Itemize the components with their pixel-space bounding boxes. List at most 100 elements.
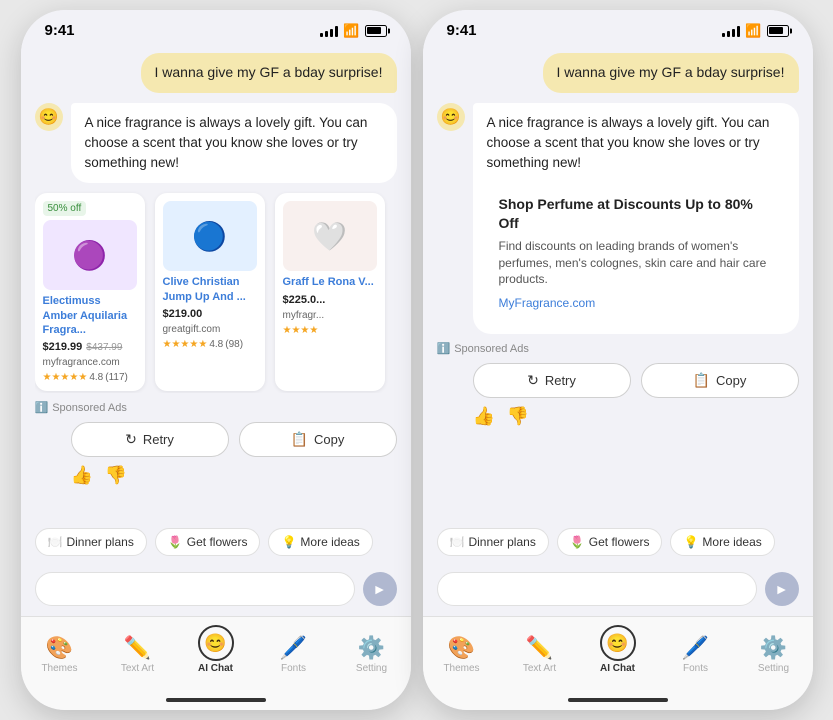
ai-avatar-left: 😊: [35, 103, 63, 131]
product-image-1: 🟣: [43, 220, 137, 290]
product-card-3[interactable]: 🤍 Graff Le Rona V... $225.0... myfragr..…: [275, 193, 385, 391]
fonts-icon-left: 🖊️: [280, 635, 307, 661]
nav-aichat-right[interactable]: 😊 AI Chat: [590, 625, 646, 674]
product-card-2[interactable]: 🔵 Clive Christian Jump Up And ... $219.0…: [155, 193, 265, 391]
product-store-1: myfragrance.com: [43, 357, 137, 368]
ai-bubble-right: A nice fragrance is always a lovely gift…: [473, 103, 799, 335]
retry-button-right[interactable]: ↻ Retry: [473, 363, 631, 398]
home-bar-left: [166, 698, 266, 702]
product-stars-3: ★★★★: [283, 325, 377, 336]
input-bar-right: ►: [423, 564, 813, 616]
product-image-2: 🔵: [163, 201, 257, 271]
dinner-emoji-right: 🍽️: [450, 535, 465, 549]
status-icons-left: 📶: [320, 23, 386, 39]
thumbs-up-right[interactable]: 👍: [473, 406, 495, 427]
wifi-icon: 📶: [343, 23, 359, 39]
battery-icon-right: [767, 25, 789, 37]
ad-link-right[interactable]: MyFragrance.com: [499, 294, 773, 312]
suggestion-dinner-right[interactable]: 🍽️ Dinner plans: [437, 528, 549, 556]
home-bar-right: [568, 698, 668, 702]
action-buttons-left: ↻ Retry 📋 Copy: [35, 422, 397, 457]
right-phone: 9:41 📶 I wanna give my GF a bday surpris…: [423, 10, 813, 710]
ai-message-row-right: 😊 A nice fragrance is always a lovely gi…: [437, 103, 799, 335]
user-message-right: I wanna give my GF a bday surprise!: [543, 53, 799, 93]
stars-2: ★★★★★: [163, 339, 208, 350]
suggestions-bar-right: 🍽️ Dinner plans 🌷 Get flowers 💡 More ide…: [423, 520, 813, 564]
ad-title-right: Shop Perfume at Discounts Up to 80% Off: [499, 195, 773, 231]
sponsored-text-left: ℹ️ Sponsored Ads: [35, 401, 397, 414]
left-phone: 9:41 📶 I wanna give my GF a bday surpris…: [21, 10, 411, 710]
products-scroll-left[interactable]: 50% off 🟣 Electimuss Amber Aquilaria Fra…: [35, 191, 397, 393]
flowers-emoji-left: 🌷: [168, 535, 183, 549]
thumbs-down-left[interactable]: 👎: [105, 465, 127, 486]
bottom-nav-right: 🎨 Themes ✏️ Text Art 😊 AI Chat 🖊️ Fonts …: [423, 616, 813, 690]
nav-label-textart-right: Text Art: [523, 663, 556, 674]
product-price-row-2: $219.00: [163, 308, 257, 320]
ai-avatar-right: 😊: [437, 103, 465, 131]
retry-icon-right: ↻: [527, 372, 539, 389]
product-badge-1: 50% off: [43, 201, 87, 216]
product-name-2: Clive Christian Jump Up And ...: [163, 275, 257, 304]
signal-icon-right: [722, 25, 740, 37]
send-button-left[interactable]: ►: [363, 572, 397, 606]
suggestion-ideas-left[interactable]: 💡 More ideas: [268, 528, 372, 556]
product-stars-2: ★★★★★ 4.8 (98): [163, 339, 257, 350]
nav-label-aichat-left: AI Chat: [198, 663, 233, 674]
send-button-right[interactable]: ►: [765, 572, 799, 606]
status-bar-right: 9:41 📶: [423, 10, 813, 43]
setting-icon-left: ⚙️: [358, 635, 385, 661]
nav-themes-right[interactable]: 🎨 Themes: [434, 635, 490, 674]
ideas-emoji-left: 💡: [281, 535, 296, 549]
nav-label-textart-left: Text Art: [121, 663, 154, 674]
wifi-icon-right: 📶: [745, 23, 761, 39]
nav-aichat-left[interactable]: 😊 AI Chat: [188, 625, 244, 674]
product-price-row-1: $219.99 $437.99: [43, 341, 137, 353]
stars-3: ★★★★: [283, 325, 319, 336]
product-name-3: Graff Le Rona V...: [283, 275, 377, 289]
home-indicator-right: [423, 690, 813, 710]
status-icons-right: 📶: [722, 23, 788, 39]
chat-input-left[interactable]: [35, 572, 355, 606]
textart-icon-left: ✏️: [124, 635, 151, 661]
product-card-1[interactable]: 50% off 🟣 Electimuss Amber Aquilaria Fra…: [35, 193, 145, 391]
chat-input-right[interactable]: [437, 572, 757, 606]
nav-fonts-left[interactable]: 🖊️ Fonts: [266, 635, 322, 674]
home-indicator-left: [21, 690, 411, 710]
chat-area-left: I wanna give my GF a bday surprise! 😊 A …: [21, 43, 411, 520]
signal-icon: [320, 25, 338, 37]
status-bar-left: 9:41 📶: [21, 10, 411, 43]
thumbs-up-left[interactable]: 👍: [71, 465, 93, 486]
rating-1: 4.8: [89, 372, 103, 383]
themes-icon-right: 🎨: [448, 635, 475, 661]
suggestion-flowers-right[interactable]: 🌷 Get flowers: [557, 528, 663, 556]
suggestion-dinner-left[interactable]: 🍽️ Dinner plans: [35, 528, 147, 556]
suggestion-flowers-left[interactable]: 🌷 Get flowers: [155, 528, 261, 556]
suggestion-ideas-right[interactable]: 💡 More ideas: [670, 528, 774, 556]
ai-message-row-left: 😊 A nice fragrance is always a lovely gi…: [35, 103, 397, 184]
nav-textart-right[interactable]: ✏️ Text Art: [512, 635, 568, 674]
product-image-3: 🤍: [283, 201, 377, 271]
copy-button-right[interactable]: 📋 Copy: [641, 363, 799, 398]
suggestions-bar-left: 🍽️ Dinner plans 🌷 Get flowers 💡 More ide…: [21, 520, 411, 564]
nav-setting-left[interactable]: ⚙️ Setting: [344, 635, 400, 674]
nav-label-themes-left: Themes: [41, 663, 77, 674]
thumbs-down-right[interactable]: 👎: [507, 406, 529, 427]
status-time-right: 9:41: [447, 22, 477, 39]
copy-button-left[interactable]: 📋 Copy: [239, 422, 397, 457]
ad-card-right[interactable]: Shop Perfume at Discounts Up to 80% Off …: [487, 183, 785, 324]
aichat-icon-right: 😊: [600, 625, 636, 661]
sponsored-icon-left: ℹ️: [35, 401, 49, 414]
nav-label-fonts-right: Fonts: [683, 663, 708, 674]
status-time-left: 9:41: [45, 22, 75, 39]
nav-textart-left[interactable]: ✏️ Text Art: [110, 635, 166, 674]
nav-setting-right[interactable]: ⚙️ Setting: [746, 635, 802, 674]
nav-label-setting-right: Setting: [758, 663, 789, 674]
chat-area-right: I wanna give my GF a bday surprise! 😊 A …: [423, 43, 813, 520]
nav-themes-left[interactable]: 🎨 Themes: [32, 635, 88, 674]
product-price-old-1: $437.99: [86, 342, 122, 353]
ai-message-block-left: 😊 A nice fragrance is always a lovely gi…: [35, 103, 397, 487]
fonts-icon-right: 🖊️: [682, 635, 709, 661]
phones-container: 9:41 📶 I wanna give my GF a bday surpris…: [21, 10, 813, 710]
nav-fonts-right[interactable]: 🖊️ Fonts: [668, 635, 724, 674]
retry-button-left[interactable]: ↻ Retry: [71, 422, 229, 457]
